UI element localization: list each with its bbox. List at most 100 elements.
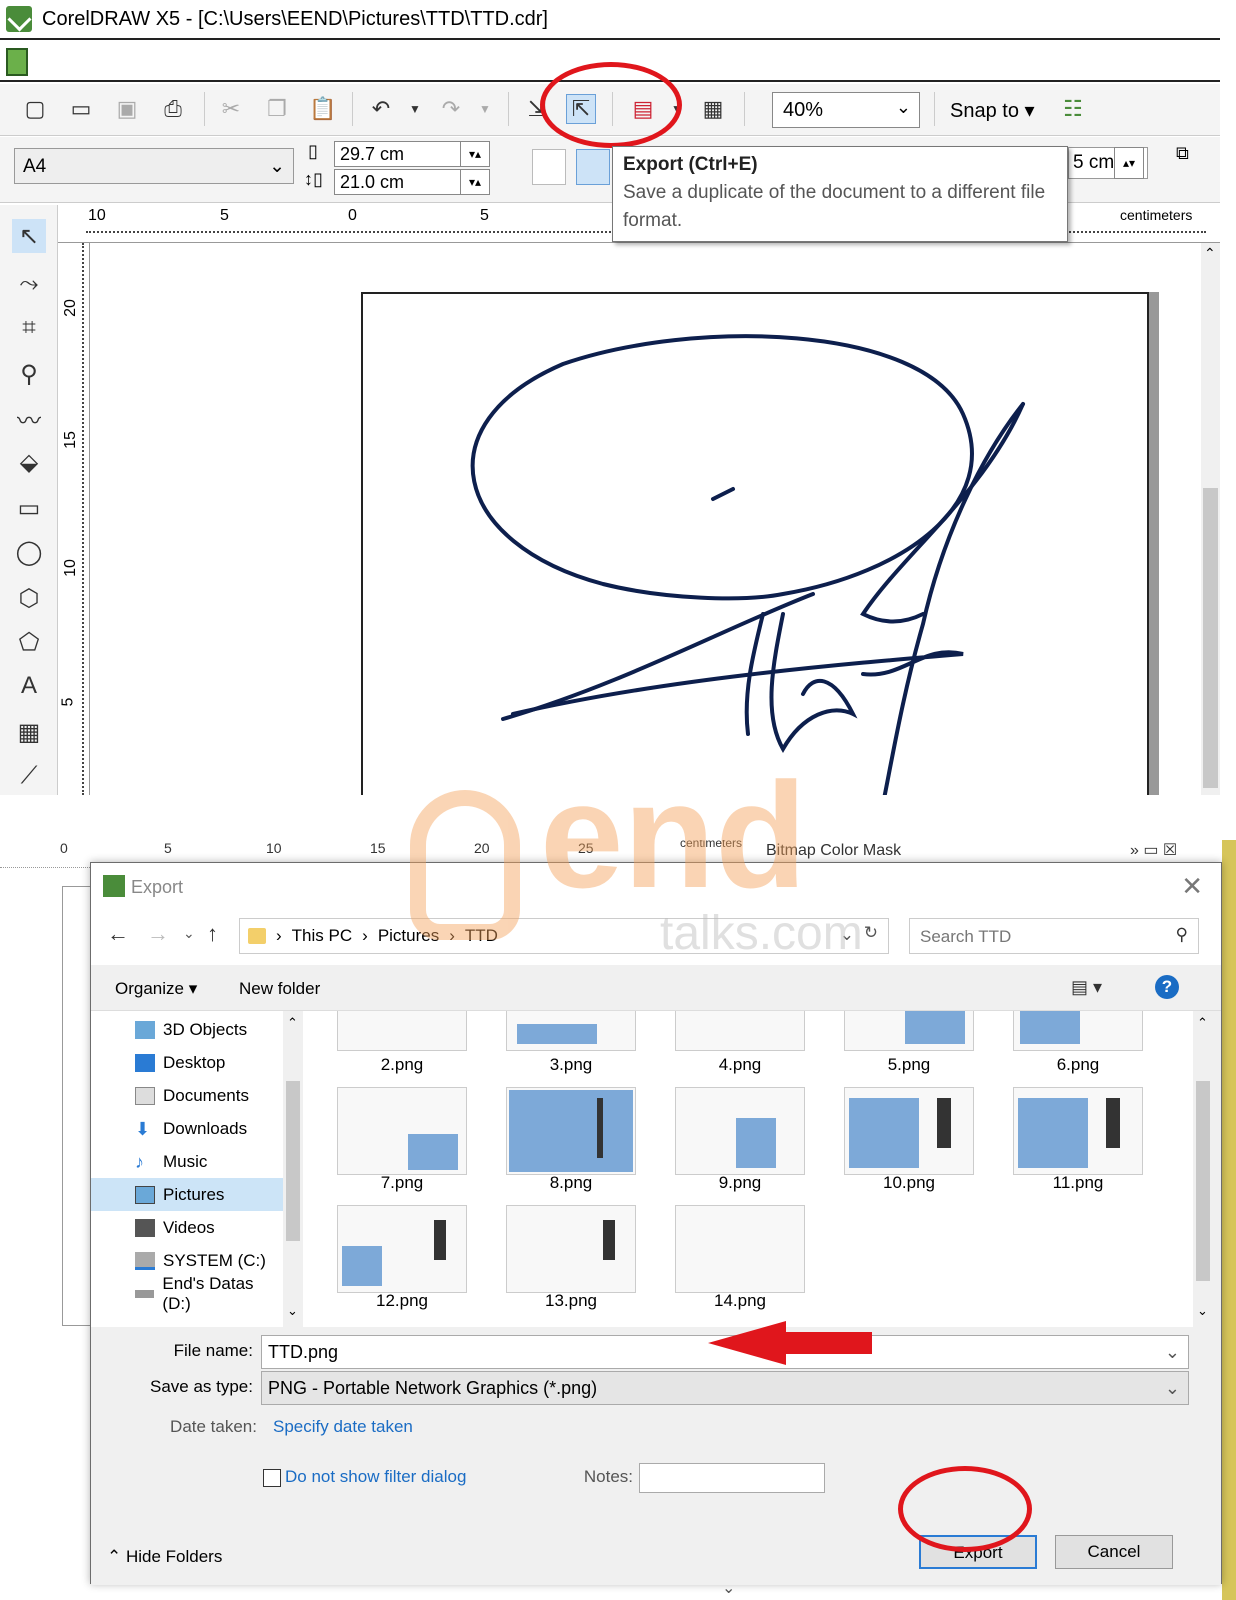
open-icon[interactable]: ▭ bbox=[66, 94, 96, 124]
breadcrumb-pictures[interactable]: Pictures bbox=[378, 926, 439, 946]
chevron-down-icon[interactable]: ⌄ bbox=[840, 925, 854, 945]
breadcrumb-ttd[interactable]: TTD bbox=[465, 926, 498, 946]
nav-item-downloads[interactable]: ⬇ Downloads bbox=[91, 1112, 283, 1145]
nav-item-ends-datas-d[interactable]: End's Datas (D:) bbox=[91, 1274, 283, 1313]
file-thumbnail[interactable] bbox=[337, 1087, 467, 1175]
save-as-type-select[interactable]: PNG - Portable Network Graphics (*.png) ⌄ bbox=[261, 1371, 1189, 1405]
view-options-icon[interactable]: ▤ ▾ bbox=[1071, 977, 1102, 998]
nav-item-music[interactable]: ♪ Music bbox=[91, 1145, 283, 1178]
redo-dropdown-icon[interactable]: ▼ bbox=[470, 94, 500, 124]
nav-item-system-c[interactable]: SYSTEM (C:) bbox=[91, 1244, 283, 1277]
redo-icon[interactable]: ↷ bbox=[436, 94, 466, 124]
file-name-label[interactable]: 2.png bbox=[317, 1055, 487, 1075]
no-filter-checkbox[interactable] bbox=[263, 1469, 281, 1487]
back-arrow-icon[interactable]: ← bbox=[107, 921, 129, 947]
copy-icon[interactable]: ❐ bbox=[262, 94, 292, 124]
freehand-tool-icon[interactable]: 〰 bbox=[12, 401, 46, 435]
snap-options-icon[interactable]: ☷ bbox=[1058, 94, 1088, 124]
polygon-tool-icon[interactable]: ⬡ bbox=[12, 581, 46, 615]
portrait-button[interactable] bbox=[532, 149, 566, 185]
crop-tool-icon[interactable]: ⌗ bbox=[12, 311, 46, 345]
color-palette-strip[interactable] bbox=[1222, 840, 1236, 1600]
recent-dropdown-icon[interactable]: ⌄ bbox=[183, 925, 195, 942]
page-height-input[interactable]: 21.0 cm bbox=[334, 169, 474, 195]
file-name-label[interactable]: 3.png bbox=[486, 1055, 656, 1075]
file-thumbnail[interactable] bbox=[675, 1011, 805, 1051]
vertical-scrollbar[interactable]: ⌃ bbox=[1201, 243, 1220, 795]
file-name-label[interactable]: 14.png bbox=[655, 1291, 825, 1311]
document-page[interactable] bbox=[361, 292, 1149, 795]
file-thumbnail[interactable] bbox=[675, 1087, 805, 1175]
table-tool-icon[interactable]: ▦ bbox=[12, 715, 46, 749]
zoom-tool-icon[interactable]: ⚲ bbox=[12, 357, 46, 391]
help-icon[interactable]: ? bbox=[1155, 975, 1179, 999]
width-spinner[interactable]: ▾▴ bbox=[460, 141, 490, 167]
specify-date-link[interactable]: Specify date taken bbox=[273, 1417, 413, 1437]
new-icon[interactable]: ▢ bbox=[20, 94, 50, 124]
hide-folders-toggle[interactable]: ⌃ Hide Folders bbox=[107, 1547, 222, 1567]
ellipse-tool-icon[interactable]: ◯ bbox=[12, 535, 46, 569]
zoom-level-select[interactable]: 40% ⌄ bbox=[772, 92, 920, 128]
nudge-spinner[interactable]: ▴▾ bbox=[1114, 147, 1144, 179]
file-list-scrollbar[interactable]: ⌃ ⌄ bbox=[1193, 1011, 1213, 1327]
page-size-select[interactable]: A4 ⌄ bbox=[14, 148, 294, 184]
page-width-input[interactable]: 29.7 cm bbox=[334, 141, 474, 167]
basic-shapes-icon[interactable]: ⬠ bbox=[12, 625, 46, 659]
document-icon[interactable] bbox=[6, 48, 28, 76]
nav-item-videos[interactable]: Videos bbox=[91, 1211, 283, 1244]
file-name-label[interactable]: 5.png bbox=[824, 1055, 994, 1075]
refresh-icon[interactable]: ↻ bbox=[864, 923, 878, 943]
file-thumbnail[interactable] bbox=[844, 1087, 974, 1175]
file-name-label[interactable]: 4.png bbox=[655, 1055, 825, 1075]
file-name-label[interactable]: 12.png bbox=[317, 1291, 487, 1311]
file-thumbnail[interactable] bbox=[337, 1205, 467, 1293]
nav-item-desktop[interactable]: Desktop bbox=[91, 1046, 283, 1079]
file-name-label[interactable]: 11.png bbox=[993, 1173, 1163, 1193]
file-thumbnail[interactable] bbox=[337, 1011, 467, 1051]
chevron-up-icon[interactable]: ⌃ bbox=[1204, 245, 1216, 262]
docker-controls[interactable]: » ▭ ☒ bbox=[1130, 840, 1177, 860]
new-folder-button[interactable]: New folder bbox=[239, 979, 320, 999]
save-icon[interactable]: ▣ bbox=[112, 94, 142, 124]
cut-icon[interactable]: ✂ bbox=[216, 94, 246, 124]
nav-scrollbar[interactable]: ⌃ ⌄ bbox=[283, 1011, 303, 1327]
undo-icon[interactable]: ↶ bbox=[366, 94, 396, 124]
forward-arrow-icon[interactable]: → bbox=[147, 921, 169, 947]
notes-input[interactable] bbox=[639, 1463, 825, 1493]
height-spinner[interactable]: ▾▴ bbox=[460, 169, 490, 195]
landscape-button[interactable] bbox=[576, 149, 610, 185]
file-thumbnail[interactable] bbox=[1013, 1011, 1143, 1051]
dimension-tool-icon[interactable]: ⟋ bbox=[12, 759, 46, 793]
nav-item-3d-objects[interactable]: 3D Objects bbox=[91, 1013, 283, 1046]
breadcrumb-this-pc[interactable]: This PC bbox=[292, 926, 352, 946]
file-thumbnail[interactable] bbox=[675, 1205, 805, 1293]
organize-menu[interactable]: Organize ▾ bbox=[115, 979, 197, 999]
nav-item-documents[interactable]: Documents bbox=[91, 1079, 283, 1112]
smart-fill-icon[interactable]: ⬙ bbox=[12, 445, 46, 479]
undo-dropdown-icon[interactable]: ▼ bbox=[400, 94, 430, 124]
up-arrow-icon[interactable]: ↑ bbox=[207, 921, 218, 947]
shape-tool-icon[interactable]: ⤳ bbox=[12, 267, 46, 301]
search-input[interactable]: Search TTD ⚲ bbox=[909, 918, 1199, 954]
file-name-label[interactable]: 9.png bbox=[655, 1173, 825, 1193]
no-filter-label[interactable]: Do not show filter dialog bbox=[285, 1467, 466, 1487]
file-name-label[interactable]: 7.png bbox=[317, 1173, 487, 1193]
file-name-label[interactable]: 10.png bbox=[824, 1173, 994, 1193]
close-icon[interactable]: ✕ bbox=[1181, 871, 1203, 902]
paste-icon[interactable]: 📋 bbox=[308, 94, 338, 124]
nav-item-pictures[interactable]: Pictures bbox=[91, 1178, 283, 1211]
snap-to-menu[interactable]: Snap to ▾ bbox=[950, 98, 1035, 123]
text-tool-icon[interactable]: A bbox=[12, 669, 46, 703]
file-name-label[interactable]: 6.png bbox=[993, 1055, 1163, 1075]
file-name-label[interactable]: 13.png bbox=[486, 1291, 656, 1311]
file-thumbnail[interactable] bbox=[506, 1087, 636, 1175]
print-icon[interactable]: ⎙ bbox=[158, 94, 188, 124]
file-thumbnail[interactable] bbox=[506, 1205, 636, 1293]
file-thumbnail[interactable] bbox=[844, 1011, 974, 1051]
rectangle-tool-icon[interactable]: ▭ bbox=[12, 491, 46, 525]
file-thumbnail[interactable] bbox=[1013, 1087, 1143, 1175]
cancel-button[interactable]: Cancel bbox=[1055, 1535, 1173, 1569]
pick-tool-icon[interactable]: ↖ bbox=[12, 219, 46, 253]
file-name-label[interactable]: 8.png bbox=[486, 1173, 656, 1193]
address-bar[interactable]: › This PC › Pictures › TTD ⌄ ↻ bbox=[239, 918, 889, 954]
